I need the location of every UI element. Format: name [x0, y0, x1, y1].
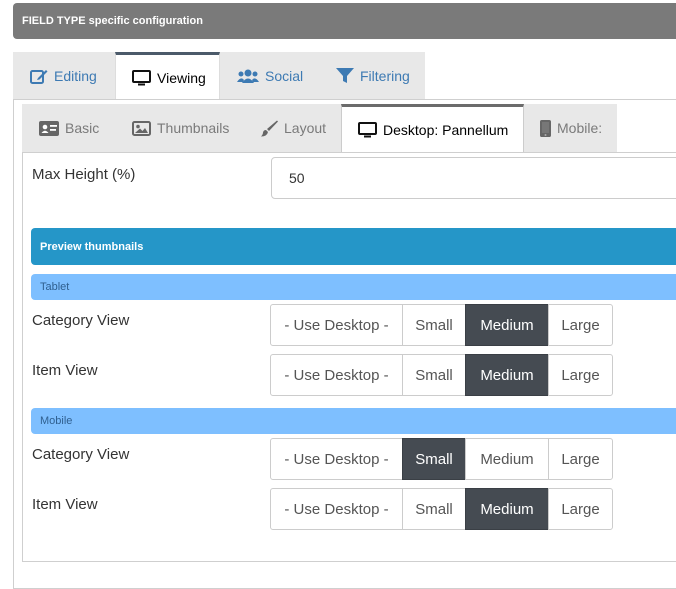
tablet-item-view-size-group: - Use Desktop - Small Medium Large — [270, 354, 613, 396]
tab-layout[interactable]: Layout — [260, 104, 326, 152]
tab-filtering[interactable]: Filtering — [336, 52, 410, 99]
tablet-category-view-label: Category View — [32, 312, 130, 329]
tab-editing[interactable]: Editing — [30, 52, 97, 99]
preview-thumbnails-header: Preview thumbnails — [31, 228, 676, 265]
tab-viewing-label: Viewing — [157, 69, 206, 86]
tab-layout-label: Layout — [284, 120, 327, 136]
size-option-small[interactable]: Small — [402, 438, 466, 480]
mobile-item-view-label: Item View — [32, 496, 98, 513]
tab-mobile-label: Mobile: — [557, 120, 603, 136]
size-option-medium[interactable]: Medium — [465, 438, 549, 480]
main-tab-bar: Editing Viewing Social Filtering — [13, 52, 425, 100]
tab-filtering-label: Filtering — [360, 67, 410, 84]
tab-thumbnails-label: Thumbnails — [157, 120, 230, 136]
size-option-medium[interactable]: Medium — [465, 488, 549, 530]
size-option-use-desktop[interactable]: - Use Desktop - — [270, 438, 403, 480]
size-option-medium[interactable]: Medium — [465, 304, 549, 346]
max-height-value: 50 — [289, 170, 305, 186]
edit-icon — [30, 68, 48, 84]
tab-basic[interactable]: Basic — [39, 104, 99, 152]
tab-social[interactable]: Social — [237, 52, 303, 99]
config-header: FIELD TYPE specific configuration — [13, 3, 676, 39]
mobile-subheader: Mobile — [31, 408, 676, 434]
tablet-subheader: Tablet — [31, 274, 676, 300]
filter-icon — [336, 67, 354, 84]
mobile-category-view-label: Category View — [32, 446, 130, 463]
users-icon — [237, 68, 259, 84]
tablet-item-view-label: Item View — [32, 362, 98, 379]
monitor-icon — [358, 122, 377, 138]
config-header-title: FIELD TYPE specific configuration — [22, 15, 203, 27]
tablet-title: Tablet — [40, 281, 70, 293]
size-option-small[interactable]: Small — [402, 488, 466, 530]
monitor-icon — [132, 69, 151, 86]
brush-icon — [260, 120, 278, 137]
size-option-large[interactable]: Large — [548, 438, 613, 480]
tab-thumbnails[interactable]: Thumbnails — [132, 104, 229, 152]
tablet-category-view-size-group: - Use Desktop - Small Medium Large — [270, 304, 613, 346]
mobile-item-view-size-group: - Use Desktop - Small Medium Large — [270, 488, 613, 530]
size-option-use-desktop[interactable]: - Use Desktop - — [270, 354, 403, 396]
mobile-title: Mobile — [40, 415, 73, 427]
size-option-medium[interactable]: Medium — [465, 354, 549, 396]
size-option-small[interactable]: Small — [402, 354, 466, 396]
tab-mobile[interactable]: Mobile: — [540, 104, 602, 152]
size-option-large[interactable]: Large — [548, 354, 613, 396]
tab-basic-label: Basic — [65, 120, 100, 136]
tab-viewing[interactable]: Viewing — [115, 52, 220, 100]
mobile-icon — [540, 119, 551, 137]
preview-thumbnails-title: Preview thumbnails — [40, 241, 144, 253]
size-option-large[interactable]: Large — [548, 488, 613, 530]
image-icon — [132, 120, 151, 136]
size-option-large[interactable]: Large — [548, 304, 613, 346]
max-height-label: Max Height (%) — [32, 166, 136, 183]
sub-tab-bar: Basic Thumbnails Layout Desktop: Pannell… — [22, 104, 617, 153]
tab-desktop-pannellum-label: Desktop: Pannellum — [383, 122, 509, 138]
tab-desktop-pannellum[interactable]: Desktop: Pannellum — [341, 104, 524, 153]
size-option-use-desktop[interactable]: - Use Desktop - — [270, 304, 403, 346]
tab-editing-label: Editing — [54, 67, 97, 84]
size-option-small[interactable]: Small — [402, 304, 466, 346]
max-height-input[interactable]: 50 — [271, 157, 676, 199]
id-card-icon — [39, 120, 59, 136]
size-option-use-desktop[interactable]: - Use Desktop - — [270, 488, 403, 530]
tab-social-label: Social — [265, 67, 304, 84]
mobile-category-view-size-group: - Use Desktop - Small Medium Large — [270, 438, 613, 480]
